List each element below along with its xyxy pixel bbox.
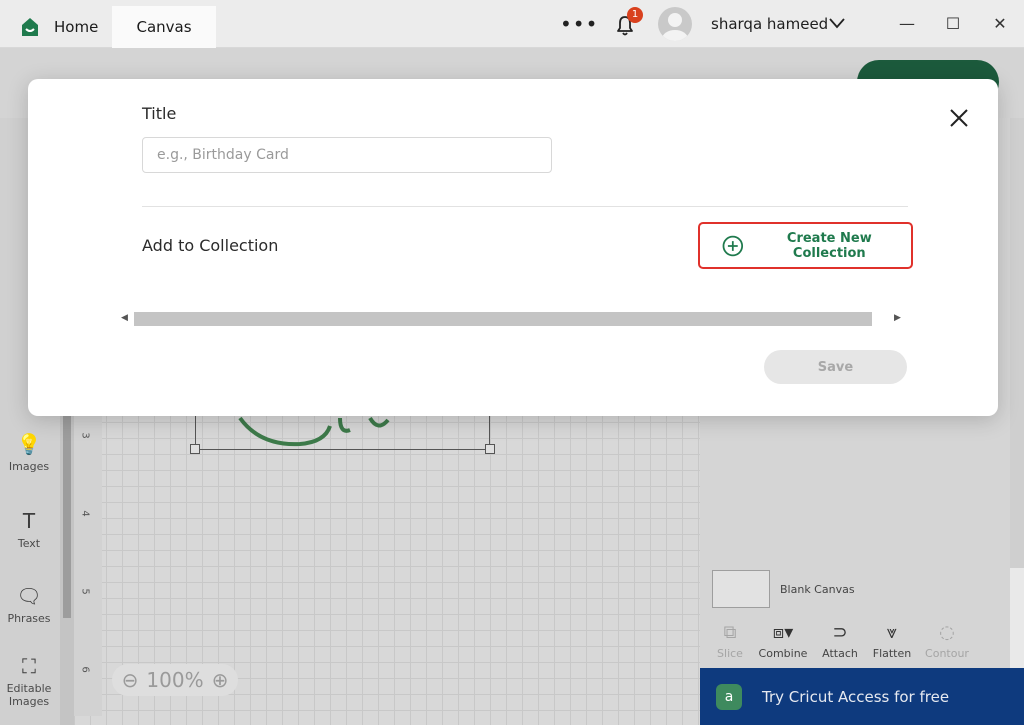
cricut-access-logo: a <box>716 684 742 710</box>
blank-canvas-label: Blank Canvas <box>780 583 855 596</box>
combine-label: Combine <box>758 647 808 660</box>
flatten-button[interactable]: ⩔ Flatten <box>862 622 922 660</box>
attach-icon: ⊃ <box>832 622 848 643</box>
combine-button[interactable]: ⧈▾ Combine <box>753 622 813 660</box>
rail-item-images[interactable]: 💡 Images <box>0 432 58 473</box>
add-to-collection-label: Add to Collection <box>142 236 279 255</box>
cricut-access-text[interactable]: Try Cricut Access for free <box>762 688 949 706</box>
rail-item-phrases-label: Phrases <box>7 612 51 625</box>
lightbulb-icon: 💡 <box>16 432 42 456</box>
minimize-icon[interactable]: — <box>897 14 917 34</box>
create-new-collection-label: Create New Collection <box>786 230 872 261</box>
editable-images-icon: ⛶ <box>22 654 36 678</box>
avatar[interactable] <box>658 7 692 41</box>
zoom-out-icon[interactable]: ⊖ <box>122 668 139 692</box>
user-avatar-icon <box>662 13 688 41</box>
vertical-ruler: 3 4 5 6 <box>74 416 102 716</box>
zoom-in-icon[interactable]: ⊕ <box>212 668 229 692</box>
user-name[interactable]: sharqa hameed <box>711 15 828 33</box>
flatten-label: Flatten <box>872 647 912 660</box>
contour-label: Contour <box>925 647 969 660</box>
attach-label: Attach <box>822 647 858 660</box>
ruler-mark: 6 <box>79 666 91 673</box>
title-bar: Home Canvas ••• 1 sharqa hameed — ☐ ✕ <box>0 0 1024 48</box>
title-input[interactable] <box>142 137 552 173</box>
create-new-collection-button[interactable]: Create New Collection <box>702 226 909 265</box>
zoom-level: 100% <box>146 668 204 692</box>
title-label: Title <box>142 104 177 123</box>
zoom-control: ⊖ 100% ⊕ <box>112 664 238 696</box>
resize-handle[interactable] <box>485 444 495 454</box>
resize-handle[interactable] <box>190 444 200 454</box>
contour-button[interactable]: ◌ Contour <box>917 622 977 660</box>
close-icon[interactable] <box>948 107 970 129</box>
more-options-icon[interactable]: ••• <box>560 12 598 36</box>
tab-canvas[interactable]: Canvas <box>112 6 216 48</box>
flatten-icon: ⩔ <box>886 622 898 643</box>
scrollbar-thumb[interactable] <box>134 312 872 326</box>
rail-item-editable-images-label: Editable Images <box>6 682 52 708</box>
contour-icon: ◌ <box>939 622 955 643</box>
layers-scrollbar[interactable] <box>1010 118 1024 568</box>
chevron-down-icon[interactable] <box>828 16 846 30</box>
slice-label: Slice <box>717 647 743 660</box>
phrases-icon: 🗨 <box>16 584 42 608</box>
text-icon: T <box>22 509 36 533</box>
combine-icon: ⧈▾ <box>772 622 794 643</box>
ruler-mark: 5 <box>79 588 91 595</box>
scroll-right-icon[interactable]: ▶ <box>894 313 901 323</box>
rail-item-text-label: Text <box>17 537 41 550</box>
plus-circle-icon <box>722 235 744 256</box>
rail-item-images-label: Images <box>8 460 50 473</box>
rail-item-text[interactable]: T Text <box>0 509 58 550</box>
tab-home-label: Home <box>54 18 99 36</box>
maximize-icon[interactable]: ☐ <box>943 14 963 34</box>
rail-item-phrases[interactable]: 🗨 Phrases <box>0 584 58 625</box>
scroll-left-icon[interactable]: ◀ <box>121 313 128 323</box>
notification-badge: 1 <box>627 7 643 23</box>
cricut-home-icon <box>22 18 38 36</box>
divider <box>142 206 908 207</box>
design-artwork[interactable] <box>230 416 400 448</box>
blank-canvas-thumbnail[interactable] <box>712 570 770 608</box>
tab-canvas-label: Canvas <box>136 18 192 36</box>
save-button[interactable]: Save <box>764 350 907 384</box>
attach-button[interactable]: ⊃ Attach <box>810 622 870 660</box>
rail-item-editable-images[interactable]: ⛶ Editable Images <box>0 654 58 708</box>
slice-button[interactable]: ⧉ Slice <box>700 622 760 660</box>
collections-scrollbar[interactable]: ◀ ▶ <box>118 311 908 327</box>
ruler-mark: 4 <box>79 510 91 517</box>
slice-icon: ⧉ <box>723 622 737 643</box>
close-window-icon[interactable]: ✕ <box>990 14 1010 34</box>
ruler-mark: 3 <box>79 432 91 439</box>
tab-home[interactable]: Home <box>8 6 110 48</box>
